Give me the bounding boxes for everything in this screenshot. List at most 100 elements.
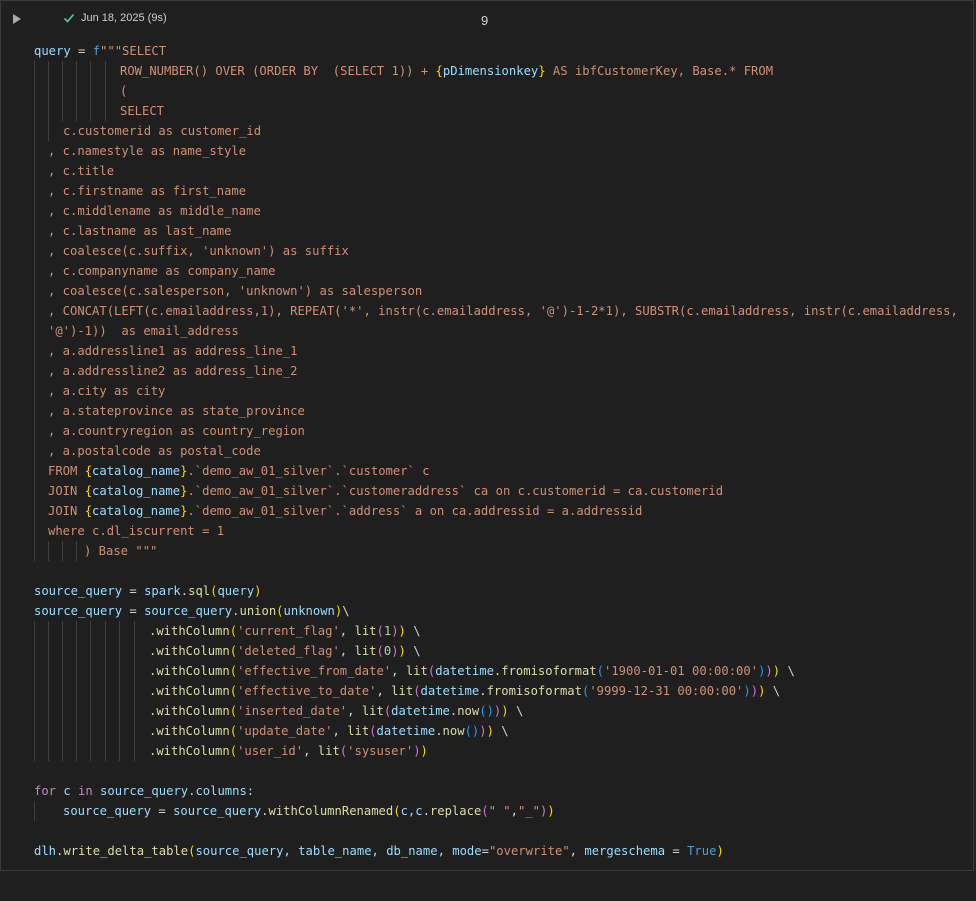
code-token: } xyxy=(538,64,546,78)
code-token: '@')-1)) as email_address xyxy=(48,324,239,338)
code-token: , c.title xyxy=(48,164,115,178)
code-line: .withColumn('deleted_flag', lit(0)) \ xyxy=(1,641,973,661)
code-token: source_query.columns: xyxy=(92,784,255,798)
code-token: , a.addressline1 as address_line_1 xyxy=(48,344,298,358)
code-line: , CONCAT(LEFT(c.emailaddress,1), REPEAT(… xyxy=(1,301,973,321)
code-token: , coalesce(c.salesperson, 'unknown') as … xyxy=(48,284,423,298)
code-token: , coalesce(c.suffix, 'unknown') as suffi… xyxy=(48,244,349,258)
code-token: 'effective_from_date' xyxy=(237,664,392,678)
code-token: '9999-12-31 00:00:00' xyxy=(589,684,744,698)
code-token: , a.stateprovince as state_province xyxy=(48,404,305,418)
code-token: , a.postalcode as postal_code xyxy=(48,444,261,458)
code-editor[interactable]: query = f"""SELECT ROW_NUMBER() OVER (OR… xyxy=(1,41,973,861)
code-line: , c.lastname as last_name xyxy=(1,221,973,241)
code-line: source_query = spark.sql(query) xyxy=(34,584,262,598)
code-line: , a.countryregion as country_region xyxy=(1,421,973,441)
code-token: .withColumnRenamed xyxy=(261,804,394,818)
code-line: .withColumn('user_id', lit('sysuser')) xyxy=(1,741,973,761)
code-token: = xyxy=(122,604,145,618)
code-token: , a.addressline2 as address_line_2 xyxy=(48,364,298,378)
code-token: c.customerid as customer_id xyxy=(63,124,262,138)
code-line: source_query = source_query.union(unknow… xyxy=(34,604,350,618)
code-token: AS ibfCustomerKey, Base.* FROM xyxy=(545,64,774,78)
code-token: source_query xyxy=(63,804,152,818)
code-token: , c.namestyle as name_style xyxy=(48,144,247,158)
code-token: .withColumn xyxy=(149,744,230,758)
code-token: .`demo_aw_01_silver`.`customer` c xyxy=(187,464,430,478)
code-token: , c.lastname as last_name xyxy=(48,224,232,238)
code-token: 'effective_to_date' xyxy=(237,684,377,698)
code-token: 'user_id' xyxy=(237,744,304,758)
code-token: source_query xyxy=(34,604,123,618)
code-token: .union xyxy=(232,604,277,618)
code-token: 'update_date' xyxy=(237,724,333,738)
code-token: """SELECT xyxy=(100,44,167,58)
code-token: lit xyxy=(405,664,428,678)
code-token: datetime xyxy=(435,664,494,678)
code-token: .now xyxy=(435,724,465,738)
code-line: query = f"""SELECT xyxy=(1,41,973,61)
code-line: , c.middlename as middle_name xyxy=(1,201,973,221)
code-token: datetime xyxy=(376,724,436,738)
code-token: " " xyxy=(488,804,511,818)
code-token: "_" xyxy=(517,804,540,818)
code-token: lit xyxy=(347,724,370,738)
code-token: True xyxy=(687,844,717,858)
code-token: .`demo_aw_01_silver`.`customeraddress` c… xyxy=(187,484,724,498)
code-token: query xyxy=(34,44,71,58)
code-token: for xyxy=(34,784,57,798)
code-token: source_query xyxy=(173,804,262,818)
code-token: "overwrite" xyxy=(488,844,570,858)
code-line: , coalesce(c.suffix, 'unknown') as suffi… xyxy=(1,241,973,261)
code-token: 'inserted_date' xyxy=(237,704,348,718)
check-icon xyxy=(63,13,75,23)
code-line: .withColumn('effective_to_date', lit(dat… xyxy=(1,681,973,701)
code-token: catalog_name xyxy=(92,504,181,518)
code-token: ROW_NUMBER() OVER (ORDER BY (SELECT 1)) … xyxy=(120,64,436,78)
code-token: .`demo_aw_01_silver`.`address` a on ca.a… xyxy=(187,504,643,518)
execution-status: Jun 18, 2025 (9s) xyxy=(63,12,167,24)
code-token: , a.city as city xyxy=(48,384,166,398)
code-token: lit xyxy=(317,744,340,758)
code-token: query xyxy=(217,584,255,598)
code-line: , c.title xyxy=(1,161,973,181)
code-token: .fromisoformat xyxy=(493,664,597,678)
code-token: datetime xyxy=(420,684,480,698)
code-token: .withColumn xyxy=(149,664,230,678)
code-token: .withColumn xyxy=(149,624,230,638)
code-token: dlh xyxy=(34,844,57,858)
code-token: 'current_flag' xyxy=(237,624,340,638)
cell-header: Jun 18, 2025 (9s) 9 xyxy=(1,1,973,41)
code-token: 'sysuser' xyxy=(347,744,414,758)
code-token: , c.companyname as company_name xyxy=(48,264,276,278)
code-token: mergeschema xyxy=(584,844,666,858)
code-token: .withColumn xyxy=(149,724,230,738)
code-token: lit xyxy=(391,684,414,698)
code-line: .withColumn('current_flag', lit(1)) \ xyxy=(1,621,973,641)
execution-count: 9 xyxy=(481,13,489,28)
code-token: pDimensionkey xyxy=(442,64,539,78)
code-token: , a.countryregion as country_region xyxy=(48,424,305,438)
code-token: mode xyxy=(452,844,482,858)
code-line: ( xyxy=(1,81,973,101)
code-line: FROM {catalog_name}.`demo_aw_01_silver`.… xyxy=(1,461,973,481)
code-token: '1900-01-01 00:00:00' xyxy=(603,664,759,678)
code-token: , c.firstname as first_name xyxy=(48,184,247,198)
code-token: catalog_name xyxy=(92,464,181,478)
notebook-cell: Jun 18, 2025 (9s) 9 query = f"""SELECT R… xyxy=(0,0,974,871)
code-token: where c.dl_iscurrent = 1 xyxy=(48,524,225,538)
code-token: lit xyxy=(354,624,377,638)
code-token: source_query xyxy=(144,604,233,618)
code-line: ) Base """ xyxy=(1,541,973,561)
run-cell-icon[interactable] xyxy=(13,14,21,24)
code-line: , coalesce(c.salesperson, 'unknown') as … xyxy=(1,281,973,301)
code-line: , a.addressline1 as address_line_1 xyxy=(1,341,973,361)
code-line: , c.namestyle as name_style xyxy=(1,141,973,161)
code-token: in xyxy=(78,784,93,798)
code-token: lit xyxy=(354,644,377,658)
code-token: spark xyxy=(144,584,181,598)
code-token: 'deleted_flag' xyxy=(237,644,340,658)
